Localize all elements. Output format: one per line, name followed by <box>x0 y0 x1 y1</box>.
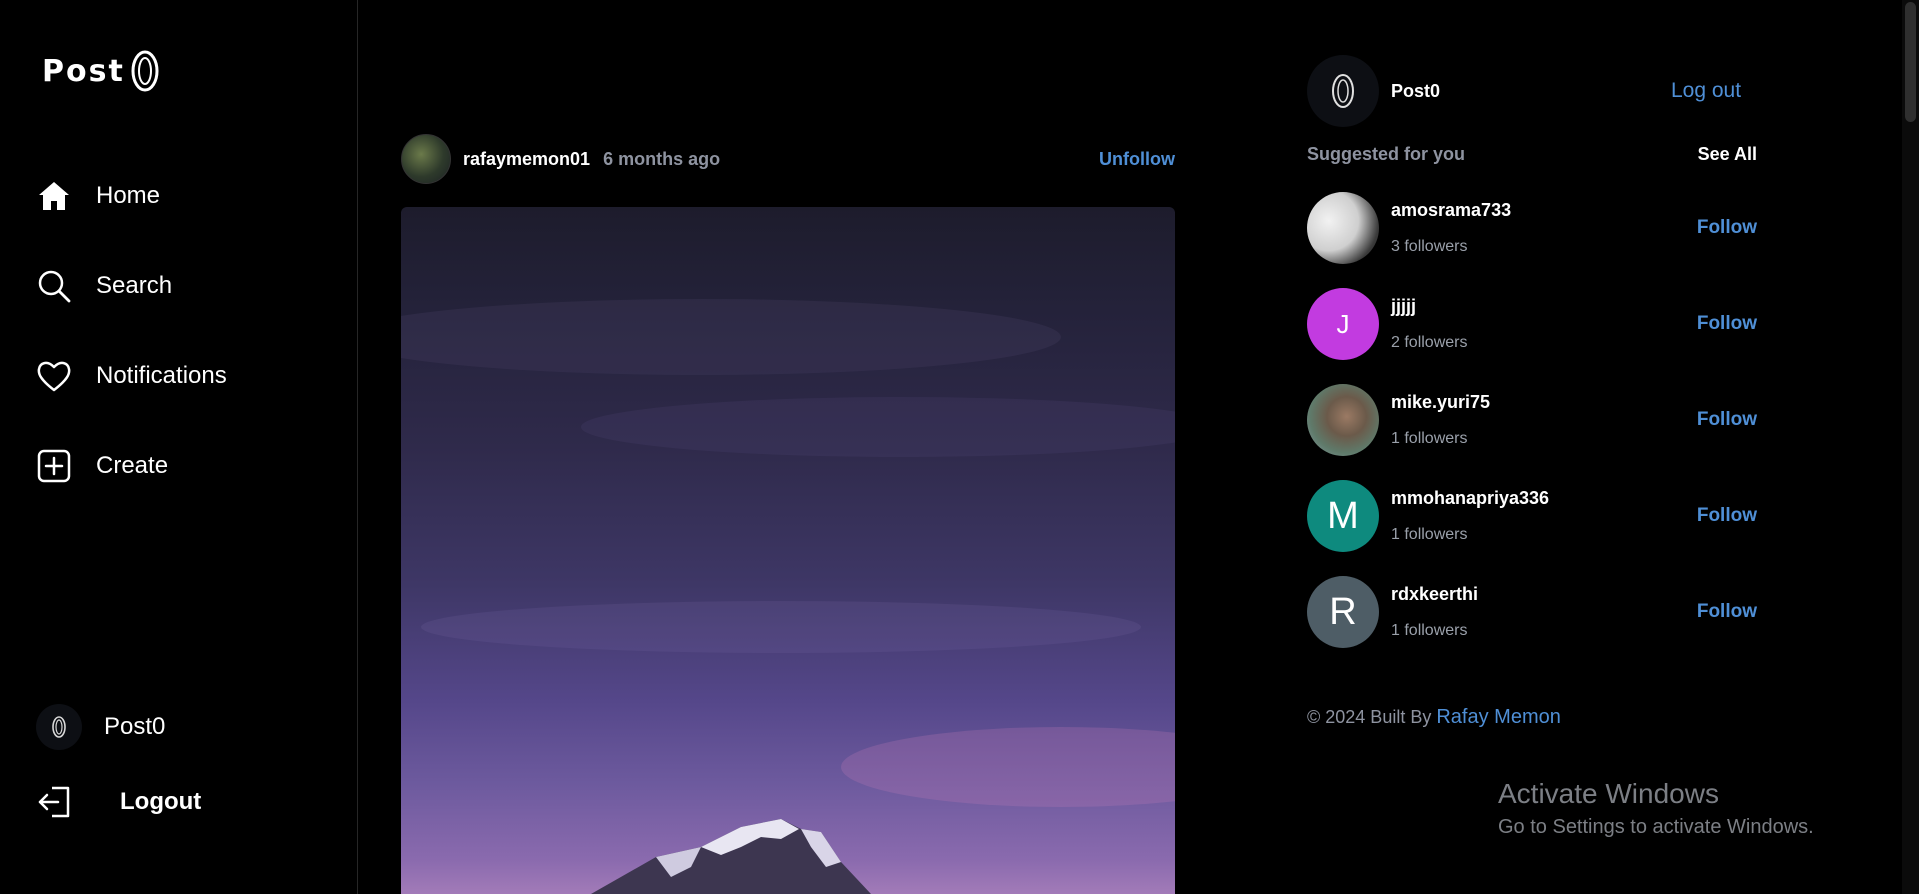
nav-notifications-label: Notifications <box>96 362 227 389</box>
avatar-initial: J <box>1336 308 1350 339</box>
avatar[interactable] <box>1307 192 1379 264</box>
mountain-landscape-image <box>401 299 1175 894</box>
sidebar: Post Home Search Notifications Create Po… <box>0 0 358 894</box>
logo-text: Post <box>42 53 125 89</box>
post-header: rafaymemon01 6 months ago Unfollow <box>401 134 1175 184</box>
avatar[interactable] <box>1307 384 1379 456</box>
nav-search[interactable]: Search <box>36 268 172 304</box>
list-item: mike.yuri75 1 followers Follow <box>1307 384 1757 456</box>
right-column: Post0 Log out Suggested for you See All … <box>1307 0 1757 894</box>
suggestion-followers: 2 followers <box>1391 334 1468 351</box>
avatar-initial: M <box>1327 494 1359 537</box>
nav-profile[interactable]: Post0 <box>36 704 165 750</box>
logo-zero-icon <box>52 716 66 738</box>
follow-button[interactable]: Follow <box>1697 601 1757 623</box>
search-icon <box>38 270 71 303</box>
current-username[interactable]: Post0 <box>1391 81 1440 102</box>
suggestion-followers: 1 followers <box>1391 430 1468 447</box>
list-item: J jjjjj 2 followers Follow <box>1307 288 1757 360</box>
nav-logout-label: Logout <box>120 788 202 815</box>
avatar[interactable]: R <box>1307 576 1379 648</box>
activation-watermark: Activate Windows Go to Settings to activ… <box>1498 778 1814 839</box>
nav-create[interactable]: Create <box>36 448 168 484</box>
nav-search-label: Search <box>96 272 173 299</box>
scrollbar-thumb[interactable] <box>1905 2 1916 122</box>
avatar <box>36 704 82 750</box>
suggestions-title: Suggested for you <box>1307 144 1466 164</box>
footer: © 2024 Built By Rafay Memon <box>1307 706 1561 729</box>
nav-logout[interactable]: Logout <box>36 784 201 820</box>
follow-button[interactable]: Follow <box>1697 409 1757 431</box>
avatar[interactable]: M <box>1307 480 1379 552</box>
watermark-title: Activate Windows <box>1498 778 1719 809</box>
see-all-link[interactable]: See All <box>1698 144 1757 165</box>
nav-create-label: Create <box>96 452 169 479</box>
logout-link[interactable]: Log out <box>1671 79 1741 103</box>
suggestions-header: Suggested for you See All <box>1307 144 1757 165</box>
suggestion-username[interactable]: rdxkeerthi <box>1391 584 1478 605</box>
scrollbar[interactable] <box>1902 0 1919 894</box>
suggestion-username[interactable]: mmohanapriya336 <box>1391 488 1549 509</box>
suggestion-username[interactable]: mike.yuri75 <box>1391 392 1490 413</box>
list-item: amosrama733 3 followers Follow <box>1307 192 1757 264</box>
heart-icon <box>37 361 71 392</box>
footer-credit-link[interactable]: Rafay Memon <box>1436 706 1561 728</box>
avatar-initial: R <box>1329 590 1357 633</box>
nav-home[interactable]: Home <box>36 178 160 214</box>
list-item: M mmohanapriya336 1 followers Follow <box>1307 480 1757 552</box>
nav-profile-label: Post0 <box>104 713 166 740</box>
nav-home-label: Home <box>96 182 161 209</box>
plus-square-icon <box>37 449 71 483</box>
watermark-subtitle: Go to Settings to activate Windows. <box>1498 816 1814 838</box>
follow-button[interactable]: Follow <box>1697 505 1757 527</box>
footer-text: © 2024 Built By <box>1307 707 1432 727</box>
logo[interactable]: Post <box>42 50 159 92</box>
post-image[interactable] <box>401 207 1175 894</box>
current-user-row: Post0 Log out <box>1307 55 1757 127</box>
avatar[interactable] <box>401 134 451 184</box>
unfollow-button[interactable]: Unfollow <box>1099 149 1175 170</box>
suggestion-followers: 1 followers <box>1391 526 1468 543</box>
suggestion-followers: 1 followers <box>1391 622 1468 639</box>
follow-button[interactable]: Follow <box>1697 217 1757 239</box>
suggestion-username[interactable]: amosrama733 <box>1391 200 1511 221</box>
logo-zero-icon <box>1332 74 1354 108</box>
list-item: R rdxkeerthi 1 followers Follow <box>1307 576 1757 648</box>
suggestion-followers: 3 followers <box>1391 238 1468 255</box>
follow-button[interactable]: Follow <box>1697 313 1757 335</box>
avatar[interactable]: J <box>1307 288 1379 360</box>
home-icon <box>39 182 69 210</box>
nav-notifications[interactable]: Notifications <box>36 358 227 394</box>
post-timestamp: 6 months ago <box>603 148 721 169</box>
post-username[interactable]: rafaymemon01 <box>463 149 590 170</box>
logo-zero-icon <box>131 50 159 92</box>
logout-icon <box>38 786 70 818</box>
suggestion-username[interactable]: jjjjj <box>1391 296 1416 317</box>
avatar[interactable] <box>1307 55 1379 127</box>
